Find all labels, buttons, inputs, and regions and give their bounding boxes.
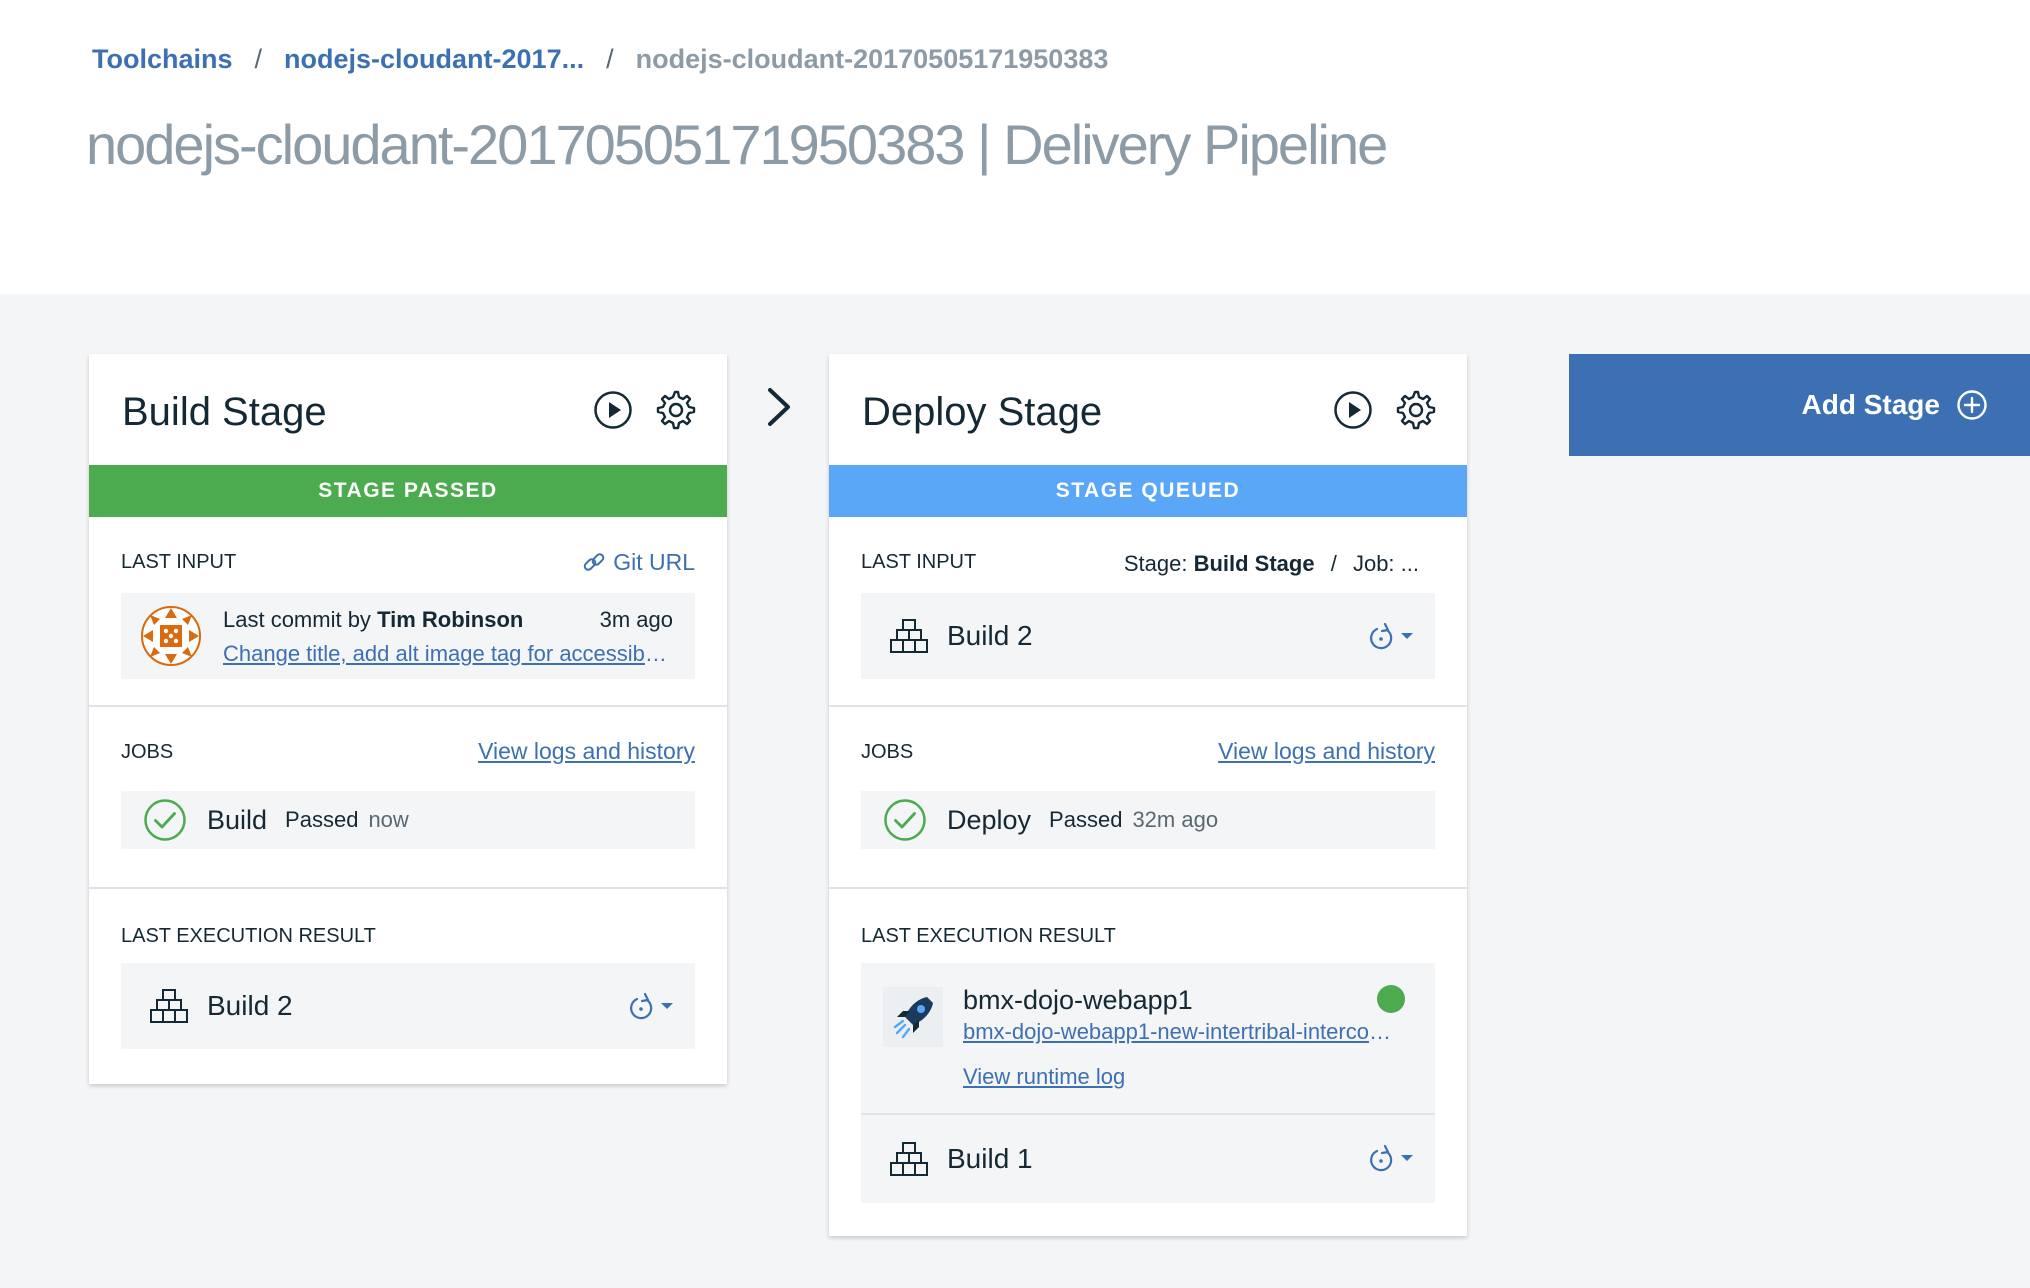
stage-title: Build Stage — [122, 390, 327, 434]
jobs-section: JOBS View logs and history Build Passed … — [89, 707, 727, 889]
input-stage-name: Build Stage — [1193, 551, 1315, 576]
last-execution-label: LAST EXECUTION RESULT — [121, 925, 376, 947]
build-result-name: Build 2 — [207, 990, 293, 1021]
gear-icon[interactable] — [1395, 389, 1437, 431]
last-input-label: LAST INPUT — [121, 551, 237, 573]
deploy-stage-card: Deploy Stage STAGE QUEUED LAST INPUT Sta… — [829, 354, 1467, 1236]
build-result-tile[interactable]: Build 2 — [121, 963, 695, 1049]
jobs-label: JOBS — [861, 741, 914, 763]
add-stage-label: Add Stage — [1801, 389, 1940, 420]
play-icon[interactable] — [1333, 390, 1373, 430]
app-status-indicator — [1377, 985, 1405, 1013]
view-logs-link[interactable]: View logs and history — [1218, 738, 1435, 765]
breadcrumb-separator: / — [606, 44, 614, 74]
last-input-section: LAST INPUT Git URL Last commit by Tim Ro… — [89, 517, 727, 707]
input-separator: / — [1330, 551, 1337, 576]
commit-author-line: Last commit by Tim Robinson — [223, 607, 523, 633]
stage-status-queued: STAGE QUEUED — [829, 465, 1467, 517]
job-status: Passed — [285, 807, 359, 832]
stage-header: Build Stage — [89, 354, 727, 465]
plus-circle-icon — [1957, 390, 1987, 420]
last-commit-tile: Last commit by Tim Robinson 3m ago Chang… — [121, 593, 695, 679]
check-circle-icon — [144, 799, 186, 841]
view-logs-link[interactable]: View logs and history — [478, 738, 695, 765]
input-stage-ref: Stage: Build Stage / Job: ... — [1124, 551, 1419, 577]
build-stage-card: Build Stage STAGE PASSED LAST INPUT Git … — [89, 354, 727, 1084]
check-circle-icon — [884, 799, 926, 841]
breadcrumb-separator: / — [254, 44, 263, 74]
input-build-name: Build 2 — [947, 620, 1033, 651]
redeploy-menu[interactable] — [625, 991, 673, 1023]
build-blocks-icon — [890, 619, 928, 653]
redeploy-icon — [1370, 622, 1393, 650]
app-name: bmx-dojo-webapp1 — [963, 985, 1193, 1015]
input-stage-prefix: Stage: — [1123, 551, 1188, 576]
commit-author: Tim Robinson — [377, 607, 524, 632]
git-url-link[interactable]: Git URL — [581, 549, 695, 576]
commit-prefix: Last commit by — [223, 607, 371, 632]
build-blocks-icon — [150, 989, 188, 1023]
breadcrumb-toolchains-link[interactable]: Toolchains — [92, 44, 233, 75]
stage-title: Deploy Stage — [862, 390, 1103, 434]
avatar — [141, 606, 201, 666]
gear-icon[interactable] — [655, 389, 697, 431]
job-row[interactable]: Deploy Passed 32m ago — [861, 791, 1435, 849]
deploy-build-tile[interactable]: Build 1 — [861, 1115, 1435, 1203]
deploy-result-tile: bmx-dojo-webapp1 bmx-dojo-webapp1-new-in… — [861, 963, 1435, 1203]
breadcrumb-current: nodejs-cloudant-20170505171950383 — [635, 44, 1109, 74]
input-build-tile[interactable]: Build 2 — [861, 593, 1435, 679]
page-title: nodejs-cloudant-20170505171950383 | Deli… — [86, 113, 1388, 176]
job-name: Deploy — [947, 804, 1032, 835]
app-url-link[interactable]: bmx-dojo-webapp1-new-intertribal-interco… — [963, 1019, 1403, 1045]
job-status: Passed — [1049, 807, 1123, 832]
commit-time: 3m ago — [599, 607, 673, 632]
input-job: Job: ... — [1352, 551, 1419, 576]
job-time: 32m ago — [1132, 807, 1219, 832]
page-header: Toolchains / nodejs-cloudant-2017... / n… — [0, 0, 2030, 294]
redeploy-icon — [1370, 1144, 1393, 1172]
last-input-label: LAST INPUT — [861, 551, 977, 573]
redeploy-icon — [630, 992, 653, 1020]
redeploy-menu[interactable] — [1365, 621, 1413, 653]
chevron-right-icon — [768, 388, 790, 426]
last-input-section: LAST INPUT Stage: Build Stage / Job: ...… — [829, 517, 1467, 707]
build-blocks-icon — [890, 1142, 928, 1176]
commit-message-link[interactable]: Change title, add alt image tag for acce… — [223, 641, 669, 667]
play-icon[interactable] — [593, 390, 633, 430]
jobs-label: JOBS — [121, 741, 174, 763]
link-icon — [583, 552, 605, 571]
jobs-section: JOBS View logs and history Deploy Passed… — [829, 707, 1467, 889]
deploy-build-name: Build 1 — [947, 1143, 1033, 1174]
last-execution-section: LAST EXECUTION RESULT bmx-dojo-webapp1 b… — [829, 889, 1467, 1235]
runtime-log-link[interactable]: View runtime log — [963, 1064, 1125, 1090]
git-url-label: Git URL — [613, 549, 695, 575]
job-row[interactable]: Build Passed now — [121, 791, 695, 849]
chevron-down-icon — [1401, 1155, 1413, 1161]
breadcrumb-toolchain-link[interactable]: nodejs-cloudant-2017... — [284, 44, 584, 75]
last-execution-section: LAST EXECUTION RESULT Build 2 — [89, 889, 727, 1083]
job-time: now — [368, 807, 409, 832]
job-name: Build — [207, 804, 268, 835]
last-execution-label: LAST EXECUTION RESULT — [861, 925, 1116, 947]
chevron-down-icon — [1401, 633, 1413, 639]
add-stage-button[interactable]: Add Stage — [1569, 354, 2030, 456]
rocket-icon — [883, 987, 943, 1047]
redeploy-menu[interactable] — [1365, 1143, 1413, 1175]
breadcrumb: Toolchains / nodejs-cloudant-2017... / n… — [92, 44, 1108, 75]
chevron-down-icon — [661, 1003, 673, 1009]
stage-status-passed: STAGE PASSED — [89, 465, 727, 517]
stage-header: Deploy Stage — [829, 354, 1467, 465]
